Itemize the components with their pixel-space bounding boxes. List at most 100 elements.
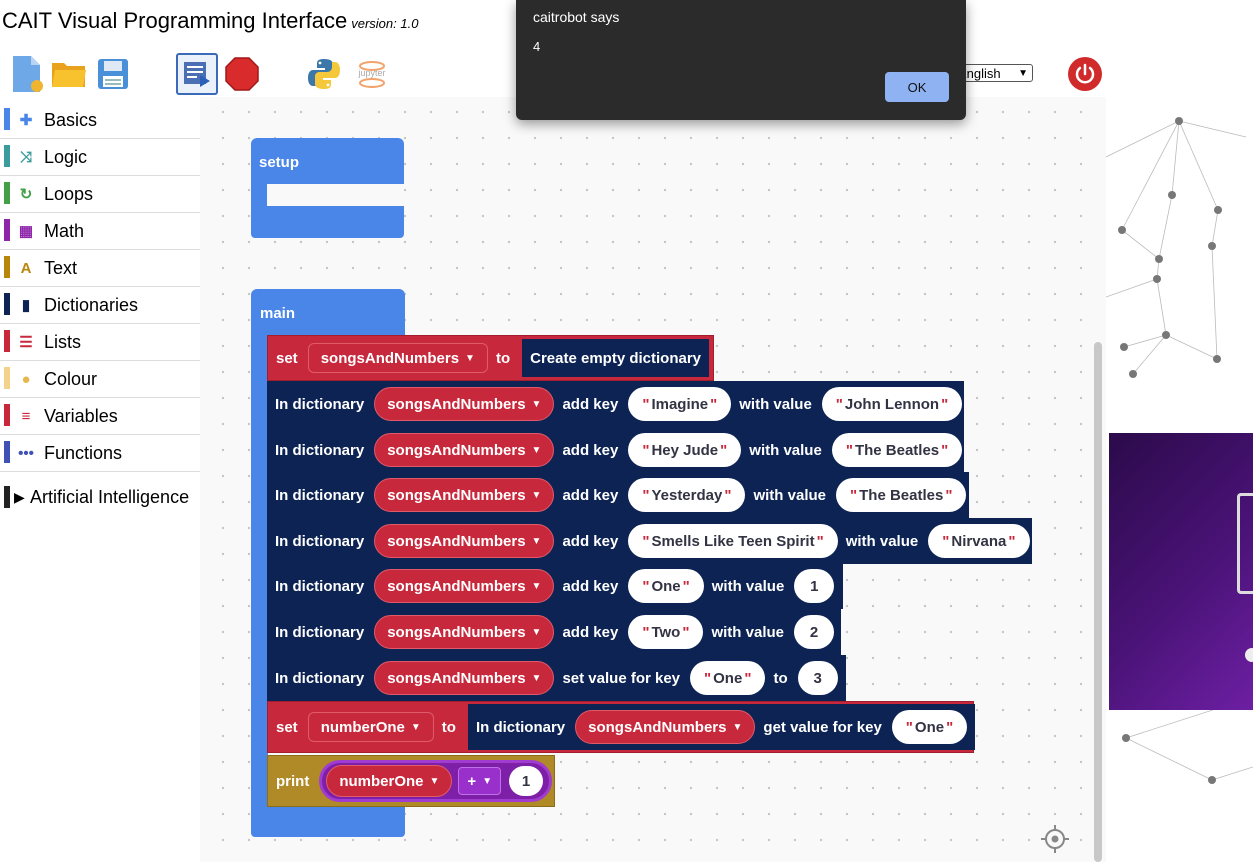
sidebar-item-math[interactable]: ▦ Math	[0, 213, 200, 250]
category-color-bar	[4, 486, 10, 508]
key-string-input[interactable]: " One "	[891, 710, 968, 744]
sidebar-item-label: Loops	[44, 183, 94, 204]
sidebar-item-text[interactable]: A Text	[0, 250, 200, 287]
workspace-scrollbar[interactable]	[1094, 342, 1102, 862]
palette-icon: ●	[21, 370, 31, 388]
value-string-input[interactable]: " John Lennon "	[821, 387, 963, 421]
addend-number-input[interactable]: 1	[509, 766, 544, 796]
variable-dropdown[interactable]: numberOne ▼	[307, 712, 434, 742]
category-color-bar	[4, 367, 10, 389]
value-text: The Beatles	[859, 486, 944, 504]
print-statement[interactable]: print numberOne ▼ + ▼ 1	[267, 755, 555, 807]
create-empty-dictionary-block[interactable]: Create empty dictionary	[522, 339, 710, 377]
dictionary-variable-dropdown[interactable]: songsAndNumbers ▼	[374, 478, 555, 512]
dictionary-variable-dropdown[interactable]: songsAndNumbers ▼	[374, 661, 555, 695]
setup-block[interactable]: setup	[251, 138, 404, 238]
with-value-label: with value	[749, 441, 822, 459]
value-string-input[interactable]: " Nirvana "	[928, 524, 1030, 558]
key-string-input[interactable]: " One "	[690, 661, 766, 695]
sidebar-item-logic[interactable]: ⤨ Logic	[0, 139, 200, 176]
sidebar-item-artificial-intelligence[interactable]: ▶ Artificial Intelligence	[0, 484, 200, 510]
value-string-input[interactable]: " The Beatles "	[831, 433, 963, 467]
key-value: Smells Like Teen Spirit	[651, 532, 815, 550]
value-number-input[interactable]: 3	[797, 661, 838, 695]
set-keyword: set	[276, 349, 298, 367]
value-number: 3	[813, 669, 822, 687]
save-icon[interactable]	[96, 57, 130, 91]
sidebar-item-label: Basics	[44, 109, 98, 130]
value-number: 1	[810, 577, 819, 595]
set-number-statement[interactable]: set numberOne ▼ to In dictionary songsAnd…	[267, 701, 976, 753]
recenter-button[interactable]	[1041, 825, 1069, 853]
dropdown-arrow-icon: ▼	[465, 352, 475, 364]
value-string-input[interactable]: " The Beatles "	[836, 478, 967, 512]
key-string-input[interactable]: " One "	[628, 569, 704, 603]
run-icon[interactable]	[176, 53, 218, 95]
ok-button[interactable]: OK	[885, 72, 949, 102]
key-string-input[interactable]: " Yesterday "	[628, 478, 746, 512]
get-value-block[interactable]: In dictionary songsAndNumbers ▼ get value…	[467, 704, 976, 750]
sidebar-item-label: Variables	[44, 405, 118, 426]
setup-empty-slot[interactable]	[267, 184, 404, 206]
power-icon	[1075, 63, 1095, 84]
print-keyword: print	[276, 772, 310, 790]
add-key-statement[interactable]: In dictionary songsAndNumbers ▼ add key "…	[267, 518, 1032, 564]
dropdown-arrow-icon: ▼	[531, 672, 542, 684]
expand-arrow-icon: ▶	[14, 488, 25, 505]
value-number-input[interactable]: 2	[794, 615, 834, 649]
sidebar-item-label: Text	[44, 257, 78, 278]
add-key-statement[interactable]: In dictionary songsAndNumbers ▼ add key "…	[267, 472, 969, 518]
dictionary-variable-dropdown[interactable]: songsAndNumbers ▼	[374, 615, 555, 649]
set-value-for-key-statement[interactable]: In dictionary songsAndNumbers ▼ set value…	[267, 655, 846, 701]
key-value: One	[651, 577, 681, 595]
dropdown-arrow-icon: ▼	[531, 444, 542, 456]
key-string-input[interactable]: " Hey Jude "	[628, 433, 742, 467]
dictionary-variable-dropdown[interactable]: songsAndNumbers ▼	[374, 569, 555, 603]
preview-indicator	[1245, 648, 1253, 662]
sidebar-item-basics[interactable]: ✚ Basics	[0, 102, 200, 139]
python-icon[interactable]	[306, 56, 342, 92]
open-folder-icon[interactable]	[51, 58, 87, 90]
variable-dropdown[interactable]: numberOne ▼	[326, 765, 453, 797]
power-button[interactable]	[1068, 57, 1102, 91]
add-key-statement[interactable]: In dictionary songsAndNumbers ▼ add key "…	[267, 427, 964, 473]
variable-dropdown[interactable]: songsAndNumbers ▼	[307, 343, 488, 373]
add-key-statement[interactable]: In dictionary songsAndNumbers ▼ add key "…	[267, 563, 843, 609]
add-key-statement[interactable]: In dictionary songsAndNumbers ▼ add key "…	[267, 609, 841, 655]
variables-icon: ≡	[21, 407, 31, 425]
sidebar-item-functions[interactable]: ••• Functions	[0, 435, 200, 472]
stop-icon[interactable]	[224, 56, 260, 92]
dropdown-arrow-icon: ▼	[482, 775, 493, 787]
alert-dialog: caitrobot says 4 OK	[516, 0, 966, 120]
category-color-bar	[4, 441, 10, 463]
operator-dropdown[interactable]: + ▼	[458, 767, 502, 795]
new-file-icon[interactable]	[9, 54, 45, 94]
key-string-input[interactable]: " Imagine "	[628, 387, 732, 421]
math-arithmetic-block[interactable]: numberOne ▼ + ▼ 1	[319, 760, 553, 802]
sidebar-item-loops[interactable]: ↻ Loops	[0, 176, 200, 213]
sidebar-item-dictionaries[interactable]: ▮ Dictionaries	[0, 287, 200, 324]
dictionary-variable-dropdown[interactable]: songsAndNumbers ▼	[374, 433, 555, 467]
category-color-bar	[4, 404, 10, 426]
jupyter-icon[interactable]: jupyter	[354, 56, 390, 92]
dictionary-variable-dropdown[interactable]: songsAndNumbers ▼	[374, 524, 555, 558]
add-key-statement[interactable]: In dictionary songsAndNumbers ▼ add key "…	[267, 381, 964, 427]
value-text: John Lennon	[844, 395, 940, 413]
key-string-input[interactable]: " Two "	[628, 615, 704, 649]
set-dict-statement[interactable]: set songsAndNumbers ▼ to Create empty dic…	[267, 335, 714, 381]
sidebar-item-lists[interactable]: ☰ Lists	[0, 324, 200, 361]
camera-preview-panel	[1109, 433, 1253, 710]
version-label: version: 1.0	[351, 16, 419, 31]
variable-name: songsAndNumbers	[588, 718, 727, 736]
operator-value: +	[467, 772, 477, 790]
sidebar-item-variables[interactable]: ≡ Variables	[0, 398, 200, 435]
add-key-label: add key	[562, 486, 619, 504]
dictionary-variable-dropdown[interactable]: songsAndNumbers ▼	[374, 387, 555, 421]
sidebar-item-label: Math	[44, 220, 85, 241]
set-value-for-key-label: set value for key	[562, 669, 681, 687]
sidebar-item-colour[interactable]: ● Colour	[0, 361, 200, 398]
variable-name: songsAndNumbers	[387, 669, 526, 687]
value-number-input[interactable]: 1	[794, 569, 835, 603]
key-string-input[interactable]: " Smells Like Teen Spirit "	[628, 524, 838, 558]
dictionary-variable-dropdown[interactable]: songsAndNumbers ▼	[575, 710, 756, 744]
